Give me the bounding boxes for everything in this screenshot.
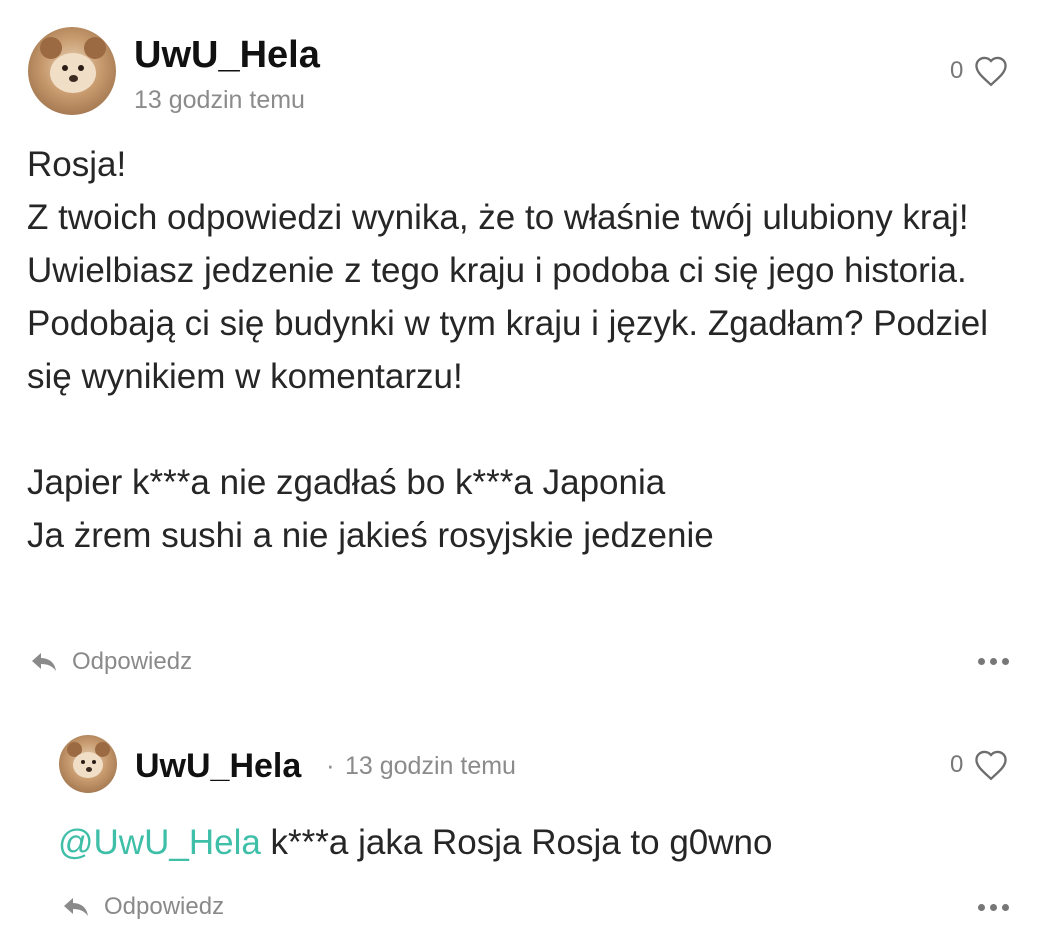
mention-link[interactable]: @UwU_Hela (58, 823, 261, 862)
more-options-icon[interactable] (978, 904, 1009, 911)
reply-timestamp: 13 godzin temu (345, 752, 516, 780)
reply-button[interactable]: Odpowiedz (30, 648, 192, 676)
reply-body: k***a jaka Rosja Rosja to g0wno (260, 823, 773, 862)
like-count: 0 (950, 57, 964, 84)
comment-like[interactable]: 0 (950, 55, 1009, 87)
reply-comment: UwU_Hela · 13 godzin temu 0 @UwU_Hela k*… (0, 700, 1060, 937)
reply-label: Odpowiedz (72, 648, 193, 675)
reply-label: Odpowiedz (104, 893, 225, 920)
more-options-icon[interactable] (978, 658, 1009, 665)
like-count: 0 (950, 751, 964, 778)
comment-text: Rosja! Z twoich odpowiedzi wynika, że to… (27, 145, 988, 555)
reply-separator: · (326, 750, 335, 780)
bear-nose (86, 767, 92, 772)
reply-like[interactable]: 0 (950, 749, 1009, 781)
bear-face (73, 752, 103, 778)
bear-ear-left (40, 37, 62, 59)
bear-eye-left (62, 65, 68, 71)
heart-icon[interactable] (973, 55, 1009, 87)
bear-nose (69, 75, 78, 82)
heart-icon[interactable] (973, 749, 1009, 781)
reply-arrow-icon (32, 653, 56, 671)
reply-text: @UwU_Hela k***a jaka Rosja Rosja to g0wn… (58, 816, 1018, 869)
reply-avatar[interactable] (59, 735, 117, 793)
comment-username[interactable]: UwU_Hela (134, 34, 320, 77)
bear-eye-right (78, 65, 84, 71)
reply-arrow-icon (64, 898, 88, 916)
bear-face (50, 53, 96, 93)
bear-eye-right (92, 760, 96, 764)
reply-username[interactable]: UwU_Hela (135, 747, 301, 786)
bear-ear-right (84, 37, 106, 59)
comment-timestamp: 13 godzin temu (134, 86, 305, 114)
comment: UwU_Hela 13 godzin temu 0 Rosja! Z twoic… (0, 0, 1060, 700)
bear-eye-left (81, 760, 85, 764)
avatar[interactable] (28, 27, 116, 115)
reply-button[interactable]: Odpowiedz (62, 893, 224, 921)
